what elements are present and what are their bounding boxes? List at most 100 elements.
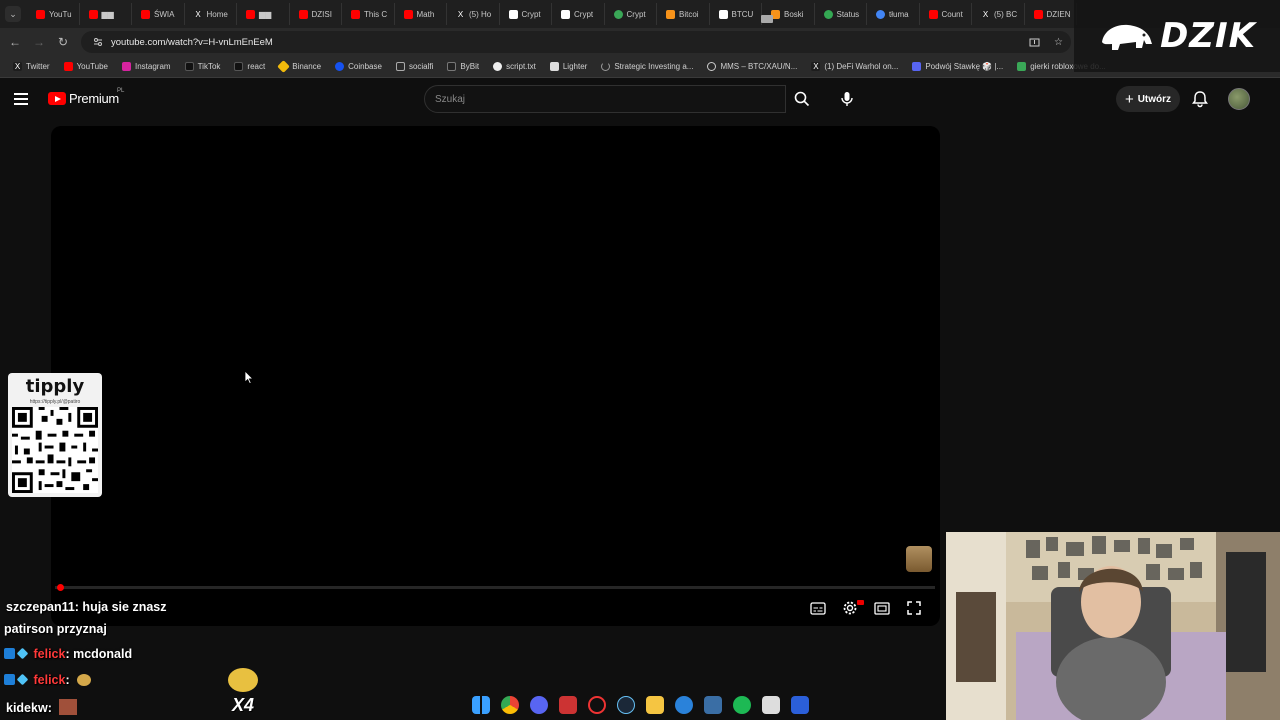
browser-tab[interactable]: DZISI xyxy=(290,3,342,25)
tab-search-button[interactable]: ⌄ xyxy=(5,6,21,22)
chrome-icon[interactable] xyxy=(500,696,519,714)
tipply-url: https://tipply.pl/@patiro xyxy=(29,399,81,405)
back-arrow-icon[interactable]: ← xyxy=(3,30,27,54)
chat-message: szczepan11: huja sie znasz xyxy=(6,600,167,614)
spotify-icon[interactable] xyxy=(732,696,751,714)
map-pin-icon xyxy=(823,9,833,19)
progress-scrubber[interactable] xyxy=(57,584,64,591)
site-info-icon[interactable] xyxy=(93,37,103,47)
lighter-icon xyxy=(549,62,559,71)
browser-tab[interactable]: ▆▆ xyxy=(237,3,290,25)
chat-username: kidekw xyxy=(6,701,48,715)
browser-tab[interactable]: Crypt xyxy=(500,3,552,25)
ccleaner-icon[interactable] xyxy=(674,696,693,714)
youtube-play-icon xyxy=(48,92,66,105)
browser-tab[interactable]: Crypt xyxy=(605,3,657,25)
github-icon xyxy=(493,62,503,71)
spinner-app-icon[interactable] xyxy=(587,696,606,714)
bookmark-item[interactable]: Lighter xyxy=(543,62,594,71)
x-logo-icon: X xyxy=(811,62,821,71)
bookmark-star-icon[interactable]: ☆ xyxy=(1054,37,1063,48)
video-player[interactable] xyxy=(51,126,940,626)
discord-icon xyxy=(912,62,922,71)
bookmark-item[interactable]: Strategic Investing a... xyxy=(594,62,700,71)
tab-favicon-icon xyxy=(508,9,518,19)
browser-tab[interactable]: BTCU xyxy=(710,3,762,25)
browser-tab[interactable]: X (5) Ho xyxy=(447,3,500,25)
dzik-logo: DZIK xyxy=(1074,0,1280,72)
forward-arrow-icon[interactable]: → xyxy=(27,30,51,54)
search-input[interactable]: Szukaj xyxy=(424,85,786,113)
keyboard-icon[interactable] xyxy=(761,15,773,23)
bookmark-item[interactable]: script.txt xyxy=(486,62,543,71)
webcam-image xyxy=(946,532,1280,720)
browser-tab[interactable]: Crypt xyxy=(552,3,605,25)
browser-tab[interactable]: X Home xyxy=(185,3,237,25)
browser-tab[interactable]: ▆▆ xyxy=(80,3,132,25)
voice-search-button[interactable] xyxy=(833,85,861,113)
youtube-icon xyxy=(63,62,73,71)
bookmark-item[interactable]: X (1) DeFi Warhol on... xyxy=(804,62,905,71)
bookmark-item[interactable]: TikTok xyxy=(178,62,228,71)
fullscreen-button[interactable] xyxy=(905,599,923,617)
windows-start-icon[interactable] xyxy=(471,696,490,714)
globe-icon xyxy=(707,62,717,71)
browser-tab[interactable]: tłuma xyxy=(867,3,920,25)
create-button[interactable]: + Utwórz xyxy=(1116,86,1180,112)
app-icon[interactable] xyxy=(558,696,577,714)
camera-app-icon[interactable] xyxy=(761,696,780,714)
browser-tab[interactable]: DZIEN xyxy=(1025,3,1077,25)
miniplayer-button[interactable] xyxy=(873,599,891,617)
browser-tab[interactable]: This C xyxy=(342,3,395,25)
bookmark-item[interactable]: Podwój Stawkę 🎲 |... xyxy=(905,62,1010,71)
tab-favicon-icon xyxy=(561,9,570,19)
reload-icon[interactable]: ↻ xyxy=(51,30,75,54)
youtube-brand-text: Premium xyxy=(69,91,119,106)
browser-tab[interactable]: Count xyxy=(920,3,972,25)
app-icon[interactable] xyxy=(703,696,722,714)
windows-taskbar xyxy=(460,692,820,718)
browser-tab[interactable]: Bitcoi xyxy=(657,3,710,25)
file-explorer-icon[interactable] xyxy=(645,696,664,714)
browser-tab[interactable]: ŚWIA xyxy=(132,3,185,25)
subtitles-button[interactable] xyxy=(809,599,827,617)
browser-tab[interactable]: X (5) BC xyxy=(972,3,1025,25)
tab-favicon-icon xyxy=(298,9,308,19)
bookmark-item[interactable]: ByBit xyxy=(440,62,486,71)
bookmark-item[interactable]: MMS – BTC/XAU/N... xyxy=(700,62,804,71)
steam-icon[interactable] xyxy=(616,696,635,714)
youtube-premium-logo[interactable]: Premium xyxy=(48,91,119,106)
browser-tab[interactable]: Math xyxy=(395,3,447,25)
subtitles-icon xyxy=(810,601,826,615)
browser-tab[interactable]: YouTu xyxy=(27,3,80,25)
install-app-icon[interactable] xyxy=(1029,37,1040,48)
account-avatar[interactable] xyxy=(1228,88,1250,110)
bookmark-folder[interactable]: socialfi xyxy=(389,62,440,71)
discord-icon[interactable] xyxy=(529,696,548,714)
bookmark-item[interactable]: YouTube xyxy=(57,62,115,71)
app-icon[interactable] xyxy=(790,696,809,714)
url-text: youtube.com/watch?v=H-vnLmEnEeM xyxy=(111,36,273,48)
chat-username: felick xyxy=(33,647,66,661)
region-code: PL xyxy=(117,88,125,94)
miniplayer-icon xyxy=(874,601,890,615)
video-progress-bar[interactable] xyxy=(55,586,935,589)
bookmark-item[interactable]: Coinbase xyxy=(328,62,389,71)
chat-username: szczepan11 xyxy=(6,600,75,614)
bookmark-item[interactable]: X Twitter xyxy=(6,62,57,71)
chat-message: patirson przyznaj xyxy=(4,622,107,636)
bookmark-item[interactable]: react xyxy=(227,62,272,71)
x-logo-icon: X xyxy=(456,9,465,19)
hamburger-menu-icon[interactable] xyxy=(14,90,34,110)
bookmark-item[interactable]: Binance xyxy=(272,60,328,73)
bookmark-item[interactable]: Instagram xyxy=(115,62,178,71)
browser-tab[interactable]: Status xyxy=(815,3,867,25)
notifications-bell-icon[interactable] xyxy=(1190,89,1210,109)
chat-username: felick xyxy=(33,673,66,687)
search-button[interactable] xyxy=(786,85,818,113)
tab-favicon-icon xyxy=(403,9,413,19)
plus-icon: + xyxy=(1124,90,1134,108)
chat-text: : mcdonald xyxy=(65,647,133,661)
address-bar[interactable]: youtube.com/watch?v=H-vnLmEnEeM ☆ xyxy=(81,31,1071,53)
binance-icon xyxy=(277,60,291,73)
